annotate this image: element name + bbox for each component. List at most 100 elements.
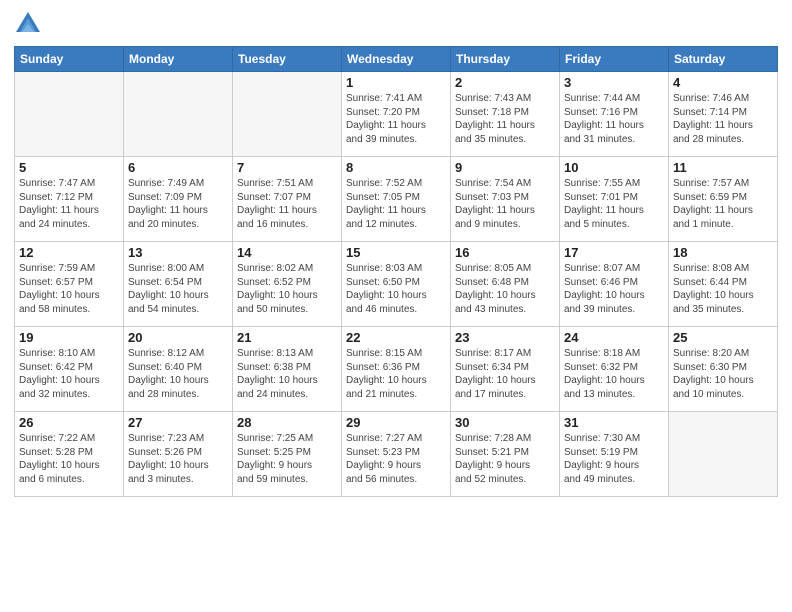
day-number: 4 — [673, 75, 773, 90]
day-info: Sunrise: 8:15 AM Sunset: 6:36 PM Dayligh… — [346, 347, 446, 401]
header — [14, 10, 778, 38]
calendar-cell: 28 Sunrise: 7:25 AM Sunset: 5:25 PM Dayli… — [233, 412, 342, 497]
day-number: 28 — [237, 415, 337, 430]
calendar-cell: 17 Sunrise: 8:07 AM Sunset: 6:46 PM Dayli… — [560, 242, 669, 327]
day-info: Sunrise: 7:55 AM Sunset: 7:01 PM Dayligh… — [564, 177, 664, 231]
day-info: Sunrise: 7:52 AM Sunset: 7:05 PM Dayligh… — [346, 177, 446, 231]
calendar-week-4: 26Sunrise: 7:22 AM Sunset: 5:28 PM Dayli… — [15, 412, 778, 497]
calendar-cell: 18Sunrise: 8:08 AM Sunset: 6:44 PM Dayli… — [669, 242, 778, 327]
day-number: 23 — [455, 330, 555, 345]
day-number: 11 — [673, 160, 773, 175]
day-number: 30 — [455, 415, 555, 430]
day-info: Sunrise: 7:46 AM Sunset: 7:14 PM Dayligh… — [673, 92, 773, 146]
day-number: 17 — [564, 245, 664, 260]
calendar-cell: 13 Sunrise: 8:00 AM Sunset: 6:54 PM Dayli… — [124, 242, 233, 327]
day-info: Sunrise: 8:03 AM Sunset: 6:50 PM Dayligh… — [346, 262, 446, 316]
calendar-cell: 22 Sunrise: 8:15 AM Sunset: 6:36 PM Dayli… — [342, 327, 451, 412]
calendar-cell — [233, 72, 342, 157]
header-wednesday: Wednesday — [342, 47, 451, 72]
calendar-cell: 25 Sunrise: 8:20 AM Sunset: 6:30 PM Dayli… — [669, 327, 778, 412]
day-number: 27 — [128, 415, 228, 430]
day-number: 25 — [673, 330, 773, 345]
day-number: 5 — [19, 160, 119, 175]
calendar-week-1: 5 Sunrise: 7:47 AM Sunset: 7:12 PM Daylig… — [15, 157, 778, 242]
calendar: Sunday Monday Tuesday Wednesday Thursday… — [14, 46, 778, 497]
day-number: 8 — [346, 160, 446, 175]
day-number: 20 — [128, 330, 228, 345]
calendar-cell: 7 Sunrise: 7:51 AM Sunset: 7:07 PM Daylig… — [233, 157, 342, 242]
calendar-cell: 20Sunrise: 8:12 AM Sunset: 6:40 PM Dayli… — [124, 327, 233, 412]
day-number: 24 — [564, 330, 664, 345]
header-friday: Friday — [560, 47, 669, 72]
calendar-cell: 10 Sunrise: 7:55 AM Sunset: 7:01 PM Dayli… — [560, 157, 669, 242]
calendar-cell: 24 Sunrise: 8:18 AM Sunset: 6:32 PM Dayli… — [560, 327, 669, 412]
day-number: 19 — [19, 330, 119, 345]
page: Sunday Monday Tuesday Wednesday Thursday… — [0, 0, 792, 612]
header-tuesday: Tuesday — [233, 47, 342, 72]
day-number: 26 — [19, 415, 119, 430]
day-number: 12 — [19, 245, 119, 260]
calendar-cell: 9Sunrise: 7:54 AM Sunset: 7:03 PM Daylig… — [451, 157, 560, 242]
day-number: 21 — [237, 330, 337, 345]
day-info: Sunrise: 8:05 AM Sunset: 6:48 PM Dayligh… — [455, 262, 555, 316]
day-info: Sunrise: 8:07 AM Sunset: 6:46 PM Dayligh… — [564, 262, 664, 316]
day-info: Sunrise: 7:47 AM Sunset: 7:12 PM Dayligh… — [19, 177, 119, 231]
calendar-week-2: 12 Sunrise: 7:59 AM Sunset: 6:57 PM Dayli… — [15, 242, 778, 327]
day-info: Sunrise: 7:44 AM Sunset: 7:16 PM Dayligh… — [564, 92, 664, 146]
day-number: 16 — [455, 245, 555, 260]
day-number: 13 — [128, 245, 228, 260]
day-number: 29 — [346, 415, 446, 430]
calendar-week-3: 19 Sunrise: 8:10 AM Sunset: 6:42 PM Dayli… — [15, 327, 778, 412]
day-number: 31 — [564, 415, 664, 430]
day-info: Sunrise: 7:49 AM Sunset: 7:09 PM Dayligh… — [128, 177, 228, 231]
day-info: Sunrise: 7:27 AM Sunset: 5:23 PM Dayligh… — [346, 432, 446, 486]
calendar-cell: 15Sunrise: 8:03 AM Sunset: 6:50 PM Dayli… — [342, 242, 451, 327]
calendar-cell: 23 Sunrise: 8:17 AM Sunset: 6:34 PM Dayli… — [451, 327, 560, 412]
day-info: Sunrise: 8:20 AM Sunset: 6:30 PM Dayligh… — [673, 347, 773, 401]
calendar-cell: 31Sunrise: 7:30 AM Sunset: 5:19 PM Dayli… — [560, 412, 669, 497]
weekday-header-row: Sunday Monday Tuesday Wednesday Thursday… — [15, 47, 778, 72]
calendar-cell: 21 Sunrise: 8:13 AM Sunset: 6:38 PM Dayli… — [233, 327, 342, 412]
calendar-cell: 6 Sunrise: 7:49 AM Sunset: 7:09 PM Daylig… — [124, 157, 233, 242]
calendar-cell: 1Sunrise: 7:41 AM Sunset: 7:20 PM Daylig… — [342, 72, 451, 157]
calendar-cell: 26Sunrise: 7:22 AM Sunset: 5:28 PM Dayli… — [15, 412, 124, 497]
header-saturday: Saturday — [669, 47, 778, 72]
calendar-cell: 19 Sunrise: 8:10 AM Sunset: 6:42 PM Dayli… — [15, 327, 124, 412]
calendar-cell — [669, 412, 778, 497]
day-number: 22 — [346, 330, 446, 345]
day-info: Sunrise: 8:00 AM Sunset: 6:54 PM Dayligh… — [128, 262, 228, 316]
day-info: Sunrise: 8:10 AM Sunset: 6:42 PM Dayligh… — [19, 347, 119, 401]
calendar-cell: 29 Sunrise: 7:27 AM Sunset: 5:23 PM Dayli… — [342, 412, 451, 497]
calendar-cell: 4 Sunrise: 7:46 AM Sunset: 7:14 PM Daylig… — [669, 72, 778, 157]
header-thursday: Thursday — [451, 47, 560, 72]
day-info: Sunrise: 7:28 AM Sunset: 5:21 PM Dayligh… — [455, 432, 555, 486]
calendar-week-0: 1Sunrise: 7:41 AM Sunset: 7:20 PM Daylig… — [15, 72, 778, 157]
day-info: Sunrise: 7:25 AM Sunset: 5:25 PM Dayligh… — [237, 432, 337, 486]
calendar-cell: 14 Sunrise: 8:02 AM Sunset: 6:52 PM Dayli… — [233, 242, 342, 327]
calendar-cell — [124, 72, 233, 157]
calendar-cell: 11 Sunrise: 7:57 AM Sunset: 6:59 PM Dayli… — [669, 157, 778, 242]
day-info: Sunrise: 7:59 AM Sunset: 6:57 PM Dayligh… — [19, 262, 119, 316]
day-info: Sunrise: 7:51 AM Sunset: 7:07 PM Dayligh… — [237, 177, 337, 231]
day-info: Sunrise: 8:08 AM Sunset: 6:44 PM Dayligh… — [673, 262, 773, 316]
day-info: Sunrise: 8:13 AM Sunset: 6:38 PM Dayligh… — [237, 347, 337, 401]
day-info: Sunrise: 7:43 AM Sunset: 7:18 PM Dayligh… — [455, 92, 555, 146]
day-number: 7 — [237, 160, 337, 175]
day-info: Sunrise: 8:18 AM Sunset: 6:32 PM Dayligh… — [564, 347, 664, 401]
calendar-cell: 27Sunrise: 7:23 AM Sunset: 5:26 PM Dayli… — [124, 412, 233, 497]
day-number: 2 — [455, 75, 555, 90]
calendar-cell: 12 Sunrise: 7:59 AM Sunset: 6:57 PM Dayli… — [15, 242, 124, 327]
logo-icon — [14, 10, 42, 38]
calendar-cell: 8 Sunrise: 7:52 AM Sunset: 7:05 PM Daylig… — [342, 157, 451, 242]
day-number: 3 — [564, 75, 664, 90]
calendar-cell: 2 Sunrise: 7:43 AM Sunset: 7:18 PM Daylig… — [451, 72, 560, 157]
day-number: 6 — [128, 160, 228, 175]
day-info: Sunrise: 7:57 AM Sunset: 6:59 PM Dayligh… — [673, 177, 773, 231]
day-info: Sunrise: 8:17 AM Sunset: 6:34 PM Dayligh… — [455, 347, 555, 401]
calendar-cell: 5 Sunrise: 7:47 AM Sunset: 7:12 PM Daylig… — [15, 157, 124, 242]
day-info: Sunrise: 8:02 AM Sunset: 6:52 PM Dayligh… — [237, 262, 337, 316]
day-info: Sunrise: 7:54 AM Sunset: 7:03 PM Dayligh… — [455, 177, 555, 231]
day-number: 14 — [237, 245, 337, 260]
day-number: 10 — [564, 160, 664, 175]
calendar-cell: 16 Sunrise: 8:05 AM Sunset: 6:48 PM Dayli… — [451, 242, 560, 327]
